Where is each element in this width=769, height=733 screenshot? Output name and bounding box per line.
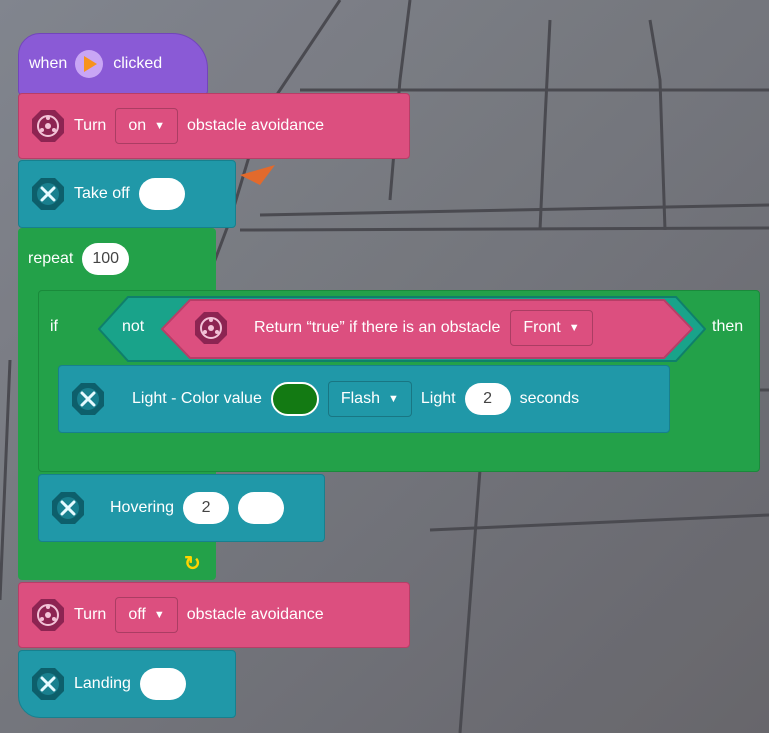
obstacle-check-block[interactable]: Return “true” if there is an obstacle Fr… [194,298,601,358]
landing-input[interactable] [139,668,186,700]
repeat-header: repeat 100 [18,228,138,290]
dropdown-value: Flash [340,390,380,407]
sensor-icon [31,109,65,143]
on-off-dropdown[interactable]: on ▼ [115,108,178,144]
take-off-block[interactable]: Take off [18,160,236,228]
clicked-label: clicked [113,55,163,72]
turn-off-obstacle-avoidance-block[interactable]: Turn off ▼ obstacle avoidance [18,582,410,648]
hovering-value-input[interactable]: 2 [183,492,230,524]
obstacle-avoidance-label: obstacle avoidance [186,606,324,623]
sensor-icon [194,311,228,345]
not-label: not [122,318,145,335]
loop-arrow-icon: ↻ [184,553,201,575]
light-color-block[interactable]: Light - Color value Flash ▼ Light 2 seco… [58,365,670,433]
direction-dropdown[interactable]: Front ▼ [510,310,593,346]
drone-icon [71,382,105,416]
play-flag-icon [74,49,104,79]
drone-icon [51,491,85,525]
chevron-down-icon: ▼ [154,120,165,132]
light-label: Light [420,390,456,407]
turn-label: Turn [74,117,107,134]
then-label: then [712,318,744,335]
take-off-label: Take off [74,185,130,202]
obstacle-check-label: Return “true” if there is an obstacle [254,319,501,336]
color-swatch[interactable] [270,382,319,416]
hovering-block[interactable]: Hovering 2 [38,474,325,542]
landing-label: Landing [74,675,131,692]
hovering-second-input[interactable] [238,492,285,524]
drone-icon [31,177,65,211]
when-flag-clicked-block[interactable]: when clicked [18,33,208,95]
chevron-down-icon: ▼ [568,322,580,334]
sensor-icon [31,598,65,632]
turn-label: Turn [74,606,107,623]
repeat-label: repeat [28,250,74,267]
seconds-label: seconds [519,390,580,407]
if-label: if [50,318,58,335]
hovering-label: Hovering [110,499,175,516]
light-seconds-input[interactable]: 2 [464,383,511,415]
turn-on-obstacle-avoidance-block[interactable]: Turn on ▼ obstacle avoidance [18,93,410,159]
dropdown-value: on [128,117,147,134]
chevron-down-icon: ▼ [153,609,165,621]
obstacle-avoidance-label: obstacle avoidance [187,117,324,134]
chevron-down-icon: ▼ [387,393,399,405]
on-off-dropdown[interactable]: off ▼ [115,597,178,633]
when-label: when [29,55,68,72]
repeat-count-input[interactable]: 100 [82,243,130,275]
landing-block[interactable]: Landing [18,650,236,718]
light-color-label: Light - Color value [132,390,262,407]
dropdown-value: off [128,606,146,623]
drone-icon [31,667,65,701]
dropdown-value: Front [523,319,561,336]
light-mode-dropdown[interactable]: Flash ▼ [327,381,412,417]
take-off-input[interactable] [138,178,185,210]
